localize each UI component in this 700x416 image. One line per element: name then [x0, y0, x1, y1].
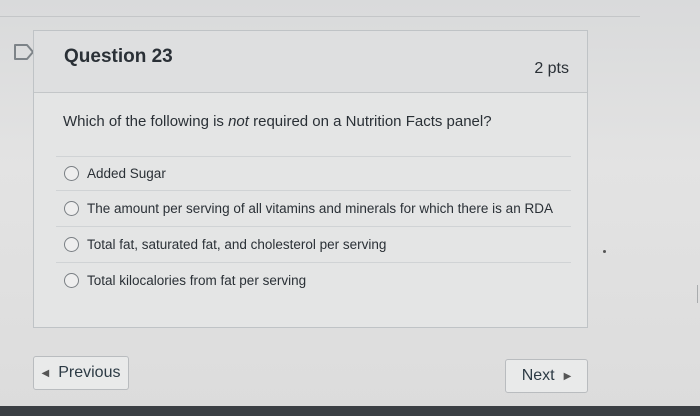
answer-label[interactable]: Added Sugar: [87, 166, 166, 181]
previous-label: Previous: [58, 364, 121, 381]
answer-option[interactable]: Total fat, saturated fat, and cholestero…: [56, 226, 571, 262]
question-points: 2 pts: [534, 60, 569, 77]
question-card: Question 23 2 pts Which of the following…: [33, 30, 588, 328]
radio-button[interactable]: [64, 237, 79, 252]
next-button[interactable]: Next ▶: [505, 359, 588, 393]
stray-dot: [603, 250, 606, 253]
radio-button[interactable]: [64, 201, 79, 216]
question-header: Question 23 2 pts: [34, 31, 587, 93]
top-divider: [0, 16, 640, 17]
radio-button[interactable]: [64, 273, 79, 288]
answer-label[interactable]: Total kilocalories from fat per serving: [87, 273, 306, 288]
previous-button[interactable]: ◀ Previous: [33, 356, 129, 390]
answer-option[interactable]: The amount per serving of all vitamins a…: [56, 190, 571, 226]
answer-option[interactable]: Added Sugar: [56, 156, 571, 190]
next-label: Next: [521, 367, 555, 384]
question-text-after: required on a Nutrition Facts panel?: [248, 113, 492, 130]
answer-option[interactable]: Total kilocalories from fat per serving: [56, 262, 571, 298]
answer-list: Added Sugar The amount per serving of al…: [56, 156, 571, 298]
bottom-bar: [0, 406, 700, 416]
question-title: Question 23: [64, 46, 173, 67]
triangle-right-icon: ▶: [563, 370, 572, 382]
question-text-before: Which of the following is: [63, 113, 229, 130]
answer-label[interactable]: Total fat, saturated fat, and cholestero…: [87, 237, 386, 252]
triangle-left-icon: ◀: [41, 367, 50, 379]
radio-button[interactable]: [64, 166, 79, 181]
question-text-emphasis: not: [228, 113, 249, 130]
answer-label[interactable]: The amount per serving of all vitamins a…: [87, 201, 553, 216]
question-text: Which of the following is not required o…: [63, 113, 492, 130]
